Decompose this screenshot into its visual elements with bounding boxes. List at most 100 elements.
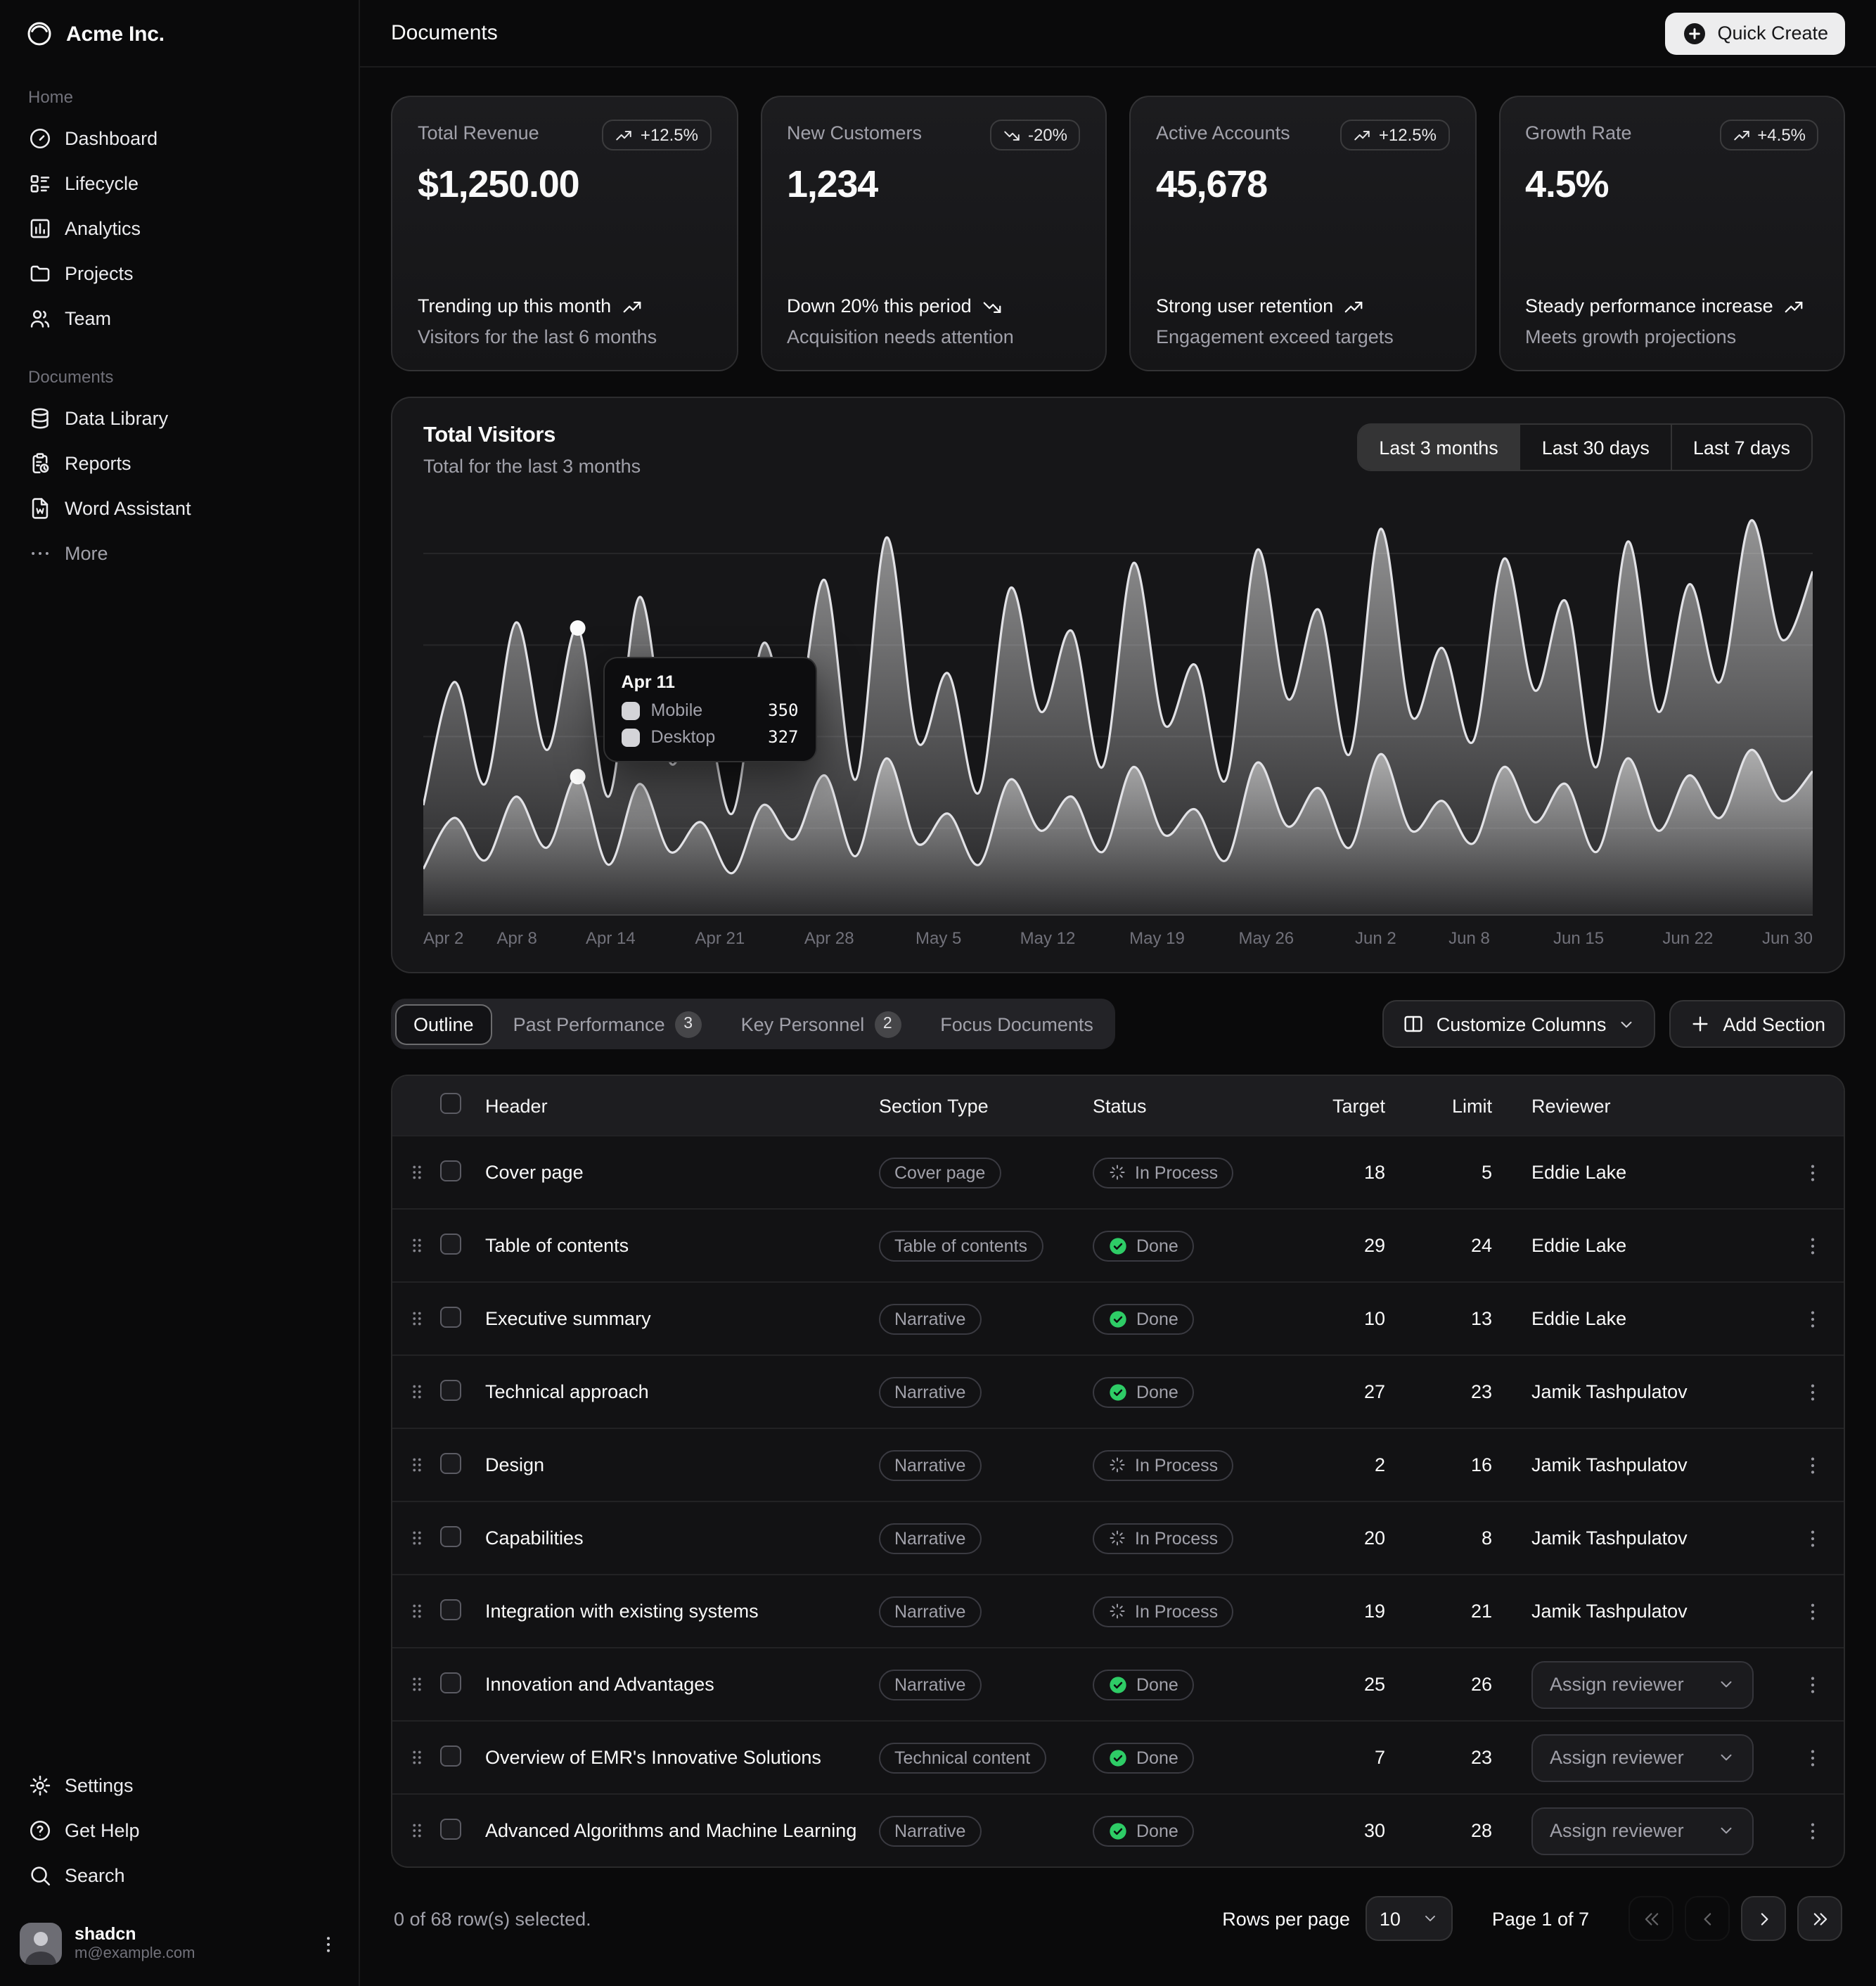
target-value[interactable]: 7 (1306, 1747, 1416, 1768)
row-title[interactable]: Advanced Algorithms and Machine Learning (485, 1820, 879, 1841)
tab-outline[interactable]: Outline (395, 1004, 492, 1044)
row-checkbox[interactable] (440, 1160, 461, 1181)
assign-reviewer-button[interactable]: Assign reviewer (1531, 1660, 1754, 1708)
target-value[interactable]: 30 (1306, 1820, 1416, 1841)
row-checkbox[interactable] (440, 1672, 461, 1693)
select-all-checkbox[interactable] (440, 1093, 461, 1114)
sidebar-item-more[interactable]: More (17, 532, 342, 574)
row-menu-button[interactable] (1782, 1307, 1844, 1330)
drag-handle[interactable] (392, 1308, 440, 1329)
add-section-button[interactable]: Add Section (1669, 1000, 1845, 1048)
drag-handle[interactable] (392, 1747, 440, 1768)
sidebar-item-analytics[interactable]: Analytics (17, 207, 342, 249)
target-value[interactable]: 2 (1306, 1454, 1416, 1475)
sidebar-item-get-help[interactable]: Get Help (17, 1809, 342, 1851)
rows-per-page-select[interactable]: 10 (1366, 1896, 1453, 1941)
range-option-last-3-months[interactable]: Last 3 months (1358, 425, 1520, 470)
limit-value[interactable]: 5 (1416, 1162, 1531, 1183)
target-value[interactable]: 20 (1306, 1527, 1416, 1549)
limit-value[interactable]: 21 (1416, 1601, 1531, 1622)
sidebar-group-documents: DocumentsData LibraryReportsWord Assista… (17, 356, 342, 574)
target-value[interactable]: 29 (1306, 1235, 1416, 1256)
drag-handle[interactable] (392, 1162, 440, 1183)
sidebar-brand[interactable]: Acme Inc. (0, 0, 359, 68)
row-menu-button[interactable] (1782, 1527, 1844, 1549)
section-type-badge: Narrative (879, 1669, 981, 1700)
row-checkbox[interactable] (440, 1233, 461, 1254)
row-menu-button[interactable] (1782, 1819, 1844, 1842)
limit-value[interactable]: 23 (1416, 1381, 1531, 1402)
sidebar-item-lifecycle[interactable]: Lifecycle (17, 162, 342, 204)
row-title[interactable]: Cover page (485, 1162, 879, 1183)
row-menu-button[interactable] (1782, 1600, 1844, 1622)
row-checkbox[interactable] (440, 1306, 461, 1327)
drag-handle[interactable] (392, 1674, 440, 1695)
limit-value[interactable]: 23 (1416, 1747, 1531, 1768)
page-chevrons-left-button[interactable] (1628, 1896, 1673, 1941)
customize-columns-button[interactable]: Customize Columns (1383, 1000, 1656, 1048)
row-checkbox[interactable] (440, 1818, 461, 1839)
target-value[interactable]: 19 (1306, 1601, 1416, 1622)
drag-handle[interactable] (392, 1381, 440, 1402)
drag-handle[interactable] (392, 1454, 440, 1475)
row-title[interactable]: Technical approach (485, 1381, 879, 1402)
user-menu[interactable]: shadcn m@example.com (11, 1916, 347, 1972)
target-value[interactable]: 10 (1306, 1308, 1416, 1329)
row-checkbox[interactable] (440, 1599, 461, 1620)
assign-reviewer-button[interactable]: Assign reviewer (1531, 1734, 1754, 1781)
drag-handle[interactable] (392, 1820, 440, 1841)
row-menu-button[interactable] (1782, 1380, 1844, 1403)
target-value[interactable]: 27 (1306, 1381, 1416, 1402)
drag-handle[interactable] (392, 1235, 440, 1256)
page-chevrons-right-button[interactable] (1797, 1896, 1842, 1941)
user-menu-kebab-icon[interactable] (318, 1933, 339, 1954)
row-menu-button[interactable] (1782, 1161, 1844, 1184)
row-title[interactable]: Executive summary (485, 1308, 879, 1329)
target-value[interactable]: 25 (1306, 1674, 1416, 1695)
row-title[interactable]: Capabilities (485, 1527, 879, 1549)
target-value[interactable]: 18 (1306, 1162, 1416, 1183)
sidebar-item-projects[interactable]: Projects (17, 252, 342, 294)
sidebar-nav: HomeDashboardLifecycleAnalyticsProjectsT… (0, 68, 359, 591)
quick-create-button[interactable]: Quick Create (1665, 12, 1845, 54)
row-title[interactable]: Table of contents (485, 1235, 879, 1256)
row-checkbox[interactable] (440, 1379, 461, 1400)
chart-plot[interactable]: Apr 11 Mobile 350 Desktop 327 (423, 499, 1813, 916)
status-done-icon (1108, 1674, 1128, 1694)
row-menu-button[interactable] (1782, 1746, 1844, 1769)
sidebar-item-team[interactable]: Team (17, 297, 342, 339)
sidebar-item-dashboard[interactable]: Dashboard (17, 117, 342, 159)
page-chevron-right-button[interactable] (1741, 1896, 1786, 1941)
page-chevron-left-button[interactable] (1685, 1896, 1730, 1941)
row-checkbox[interactable] (440, 1452, 461, 1473)
row-title[interactable]: Overview of EMR's Innovative Solutions (485, 1747, 879, 1768)
limit-value[interactable]: 8 (1416, 1527, 1531, 1549)
row-checkbox[interactable] (440, 1525, 461, 1546)
row-menu-button[interactable] (1782, 1234, 1844, 1257)
limit-value[interactable]: 16 (1416, 1454, 1531, 1475)
tab-key-personnel[interactable]: Key Personnel 2 (723, 1004, 920, 1044)
row-menu-button[interactable] (1782, 1673, 1844, 1696)
sidebar-item-reports[interactable]: Reports (17, 442, 342, 484)
limit-value[interactable]: 13 (1416, 1308, 1531, 1329)
row-menu-button[interactable] (1782, 1454, 1844, 1476)
drag-handle[interactable] (392, 1527, 440, 1549)
limit-value[interactable]: 24 (1416, 1235, 1531, 1256)
row-title[interactable]: Integration with existing systems (485, 1601, 879, 1622)
limit-value[interactable]: 26 (1416, 1674, 1531, 1695)
sidebar-item-settings[interactable]: Settings (17, 1764, 342, 1806)
row-title[interactable]: Innovation and Advantages (485, 1674, 879, 1695)
range-option-last-30-days[interactable]: Last 30 days (1520, 425, 1671, 470)
limit-value[interactable]: 28 (1416, 1820, 1531, 1841)
range-option-last-7-days[interactable]: Last 7 days (1671, 425, 1811, 470)
row-checkbox[interactable] (440, 1745, 461, 1766)
tab-focus-documents[interactable]: Focus Documents (922, 1004, 1112, 1044)
sidebar-item-data-library[interactable]: Data Library (17, 397, 342, 439)
assign-reviewer-button[interactable]: Assign reviewer (1531, 1807, 1754, 1854)
section-type-badge: Narrative (879, 1449, 981, 1480)
tab-past-performance[interactable]: Past Performance 3 (495, 1004, 720, 1044)
sidebar-item-search[interactable]: Search (17, 1854, 342, 1896)
row-title[interactable]: Design (485, 1454, 879, 1475)
sidebar-item-word-assistant[interactable]: Word Assistant (17, 487, 342, 529)
drag-handle[interactable] (392, 1601, 440, 1622)
